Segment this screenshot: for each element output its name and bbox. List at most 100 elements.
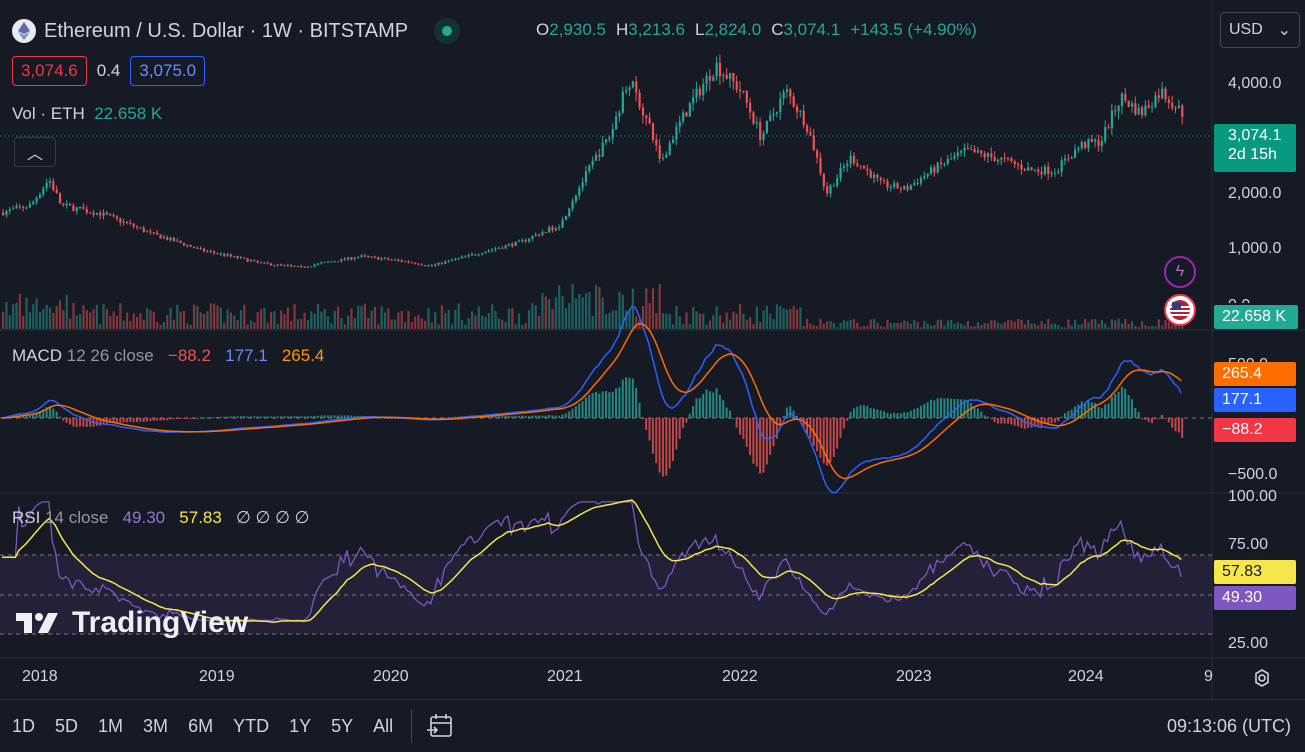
macd-histogram-bar <box>326 415 329 418</box>
candle-body <box>95 212 98 215</box>
timeframe-button-1d[interactable]: 1D <box>12 716 35 737</box>
macd-histogram-bar <box>638 402 641 418</box>
candle-body <box>25 207 28 209</box>
volume-bar <box>32 304 35 329</box>
volume-bar <box>5 301 8 329</box>
candle-body <box>1154 95 1157 107</box>
candle-body <box>172 237 176 242</box>
candle-body <box>92 212 95 215</box>
candle-body <box>119 218 122 223</box>
volume-bar <box>832 323 835 329</box>
timeframe-button-3m[interactable]: 3M <box>143 716 168 737</box>
macd-histogram-bar <box>521 415 524 418</box>
volume-bar <box>548 299 551 329</box>
volume-bar <box>1063 327 1067 329</box>
volume-bar <box>745 319 748 329</box>
macd-histogram-bar <box>186 418 189 419</box>
macd-histogram-bar <box>249 416 252 418</box>
macd-histogram-bar <box>300 416 303 418</box>
macd-histogram-bar <box>58 416 61 418</box>
candle-body <box>239 257 243 259</box>
macd-histogram-bar <box>728 410 731 418</box>
macd-histogram-bar <box>1067 411 1070 418</box>
volume-bar <box>85 310 88 329</box>
candle-body <box>504 245 507 249</box>
volume-bar <box>246 324 249 329</box>
volume-bar <box>601 297 604 329</box>
candle-body <box>306 266 310 268</box>
volume-bar <box>65 294 68 329</box>
macd-histogram-bar <box>1037 418 1040 427</box>
macd-histogram-bar <box>306 416 309 418</box>
volume-bar <box>899 322 902 329</box>
histogram-tag: −88.2 <box>1214 418 1296 442</box>
macd-histogram-bar <box>866 405 869 418</box>
date-range-calendar-icon[interactable] <box>422 709 458 743</box>
macd-histogram-bar <box>789 406 792 418</box>
candle-body <box>434 264 437 266</box>
volume-bar <box>45 304 48 329</box>
macd-histogram-bar <box>290 416 293 418</box>
candle-body <box>79 206 82 208</box>
timeframe-button-ytd[interactable]: YTD <box>233 716 269 737</box>
macd-histogram-bar <box>320 415 323 418</box>
candle-body <box>842 166 846 168</box>
volume-bar <box>333 310 336 329</box>
candle-body <box>903 185 906 190</box>
volume-bar <box>337 306 340 329</box>
settings-gear-icon[interactable] <box>1250 666 1274 690</box>
volume-bar <box>176 304 179 329</box>
macd-histogram-bar <box>678 418 681 439</box>
macd-histogram-bar <box>1007 418 1009 424</box>
candle-body <box>1171 102 1174 108</box>
timeframe-button-1y[interactable]: 1Y <box>289 716 311 737</box>
candle-body <box>889 187 892 189</box>
volume-bar <box>1120 323 1124 329</box>
candle-body <box>233 256 236 258</box>
candle-body <box>698 88 701 96</box>
candle-body <box>397 259 400 261</box>
macd-histogram-bar <box>715 388 718 418</box>
candle-body <box>38 194 42 198</box>
volume-bar <box>347 315 350 329</box>
candle-body <box>1181 105 1184 118</box>
tradingview-logo[interactable]: TradingView <box>16 606 248 640</box>
macd-histogram-bar <box>601 391 604 418</box>
timeframe-button-5y[interactable]: 5Y <box>331 716 353 737</box>
candle-body <box>1114 110 1117 112</box>
timeframe-button-all[interactable]: All <box>373 716 393 737</box>
candle-body <box>1097 139 1100 147</box>
candle-body <box>521 240 524 242</box>
volume-bar <box>1110 319 1114 329</box>
candle-body <box>199 247 202 249</box>
candle-body <box>296 266 299 268</box>
macd-histogram-bar <box>769 418 772 455</box>
macd-histogram-bar <box>869 408 872 418</box>
candle-body <box>1120 93 1124 106</box>
volume-bar <box>199 312 202 329</box>
lightning-icon[interactable]: ϟ <box>1164 256 1196 288</box>
volume-bar <box>216 305 219 329</box>
volume-bar <box>1077 324 1080 329</box>
candle-body <box>367 255 370 257</box>
candle-body <box>1087 138 1090 148</box>
volume-bar <box>501 319 504 329</box>
volume-bar <box>923 321 926 329</box>
candle-body <box>983 153 986 158</box>
macd-histogram-bar <box>698 398 701 418</box>
utc-clock[interactable]: 09:13:06 (UTC) <box>1167 716 1291 737</box>
candle-body <box>675 126 678 140</box>
macd-histogram-bar <box>146 418 149 422</box>
timeframe-button-1m[interactable]: 1M <box>98 716 123 737</box>
volume-bar <box>213 303 216 329</box>
volume-bar <box>749 317 752 329</box>
timeframe-button-5d[interactable]: 5D <box>55 716 78 737</box>
volume-bar <box>839 322 842 329</box>
volume-bar <box>1013 321 1016 329</box>
candle-body <box>189 245 192 247</box>
macd-histogram-bar <box>685 418 688 423</box>
macd-histogram-bar <box>219 416 222 418</box>
volume-bar <box>886 319 889 329</box>
timeframe-button-6m[interactable]: 6M <box>188 716 213 737</box>
us-flag-icon[interactable] <box>1164 294 1196 326</box>
